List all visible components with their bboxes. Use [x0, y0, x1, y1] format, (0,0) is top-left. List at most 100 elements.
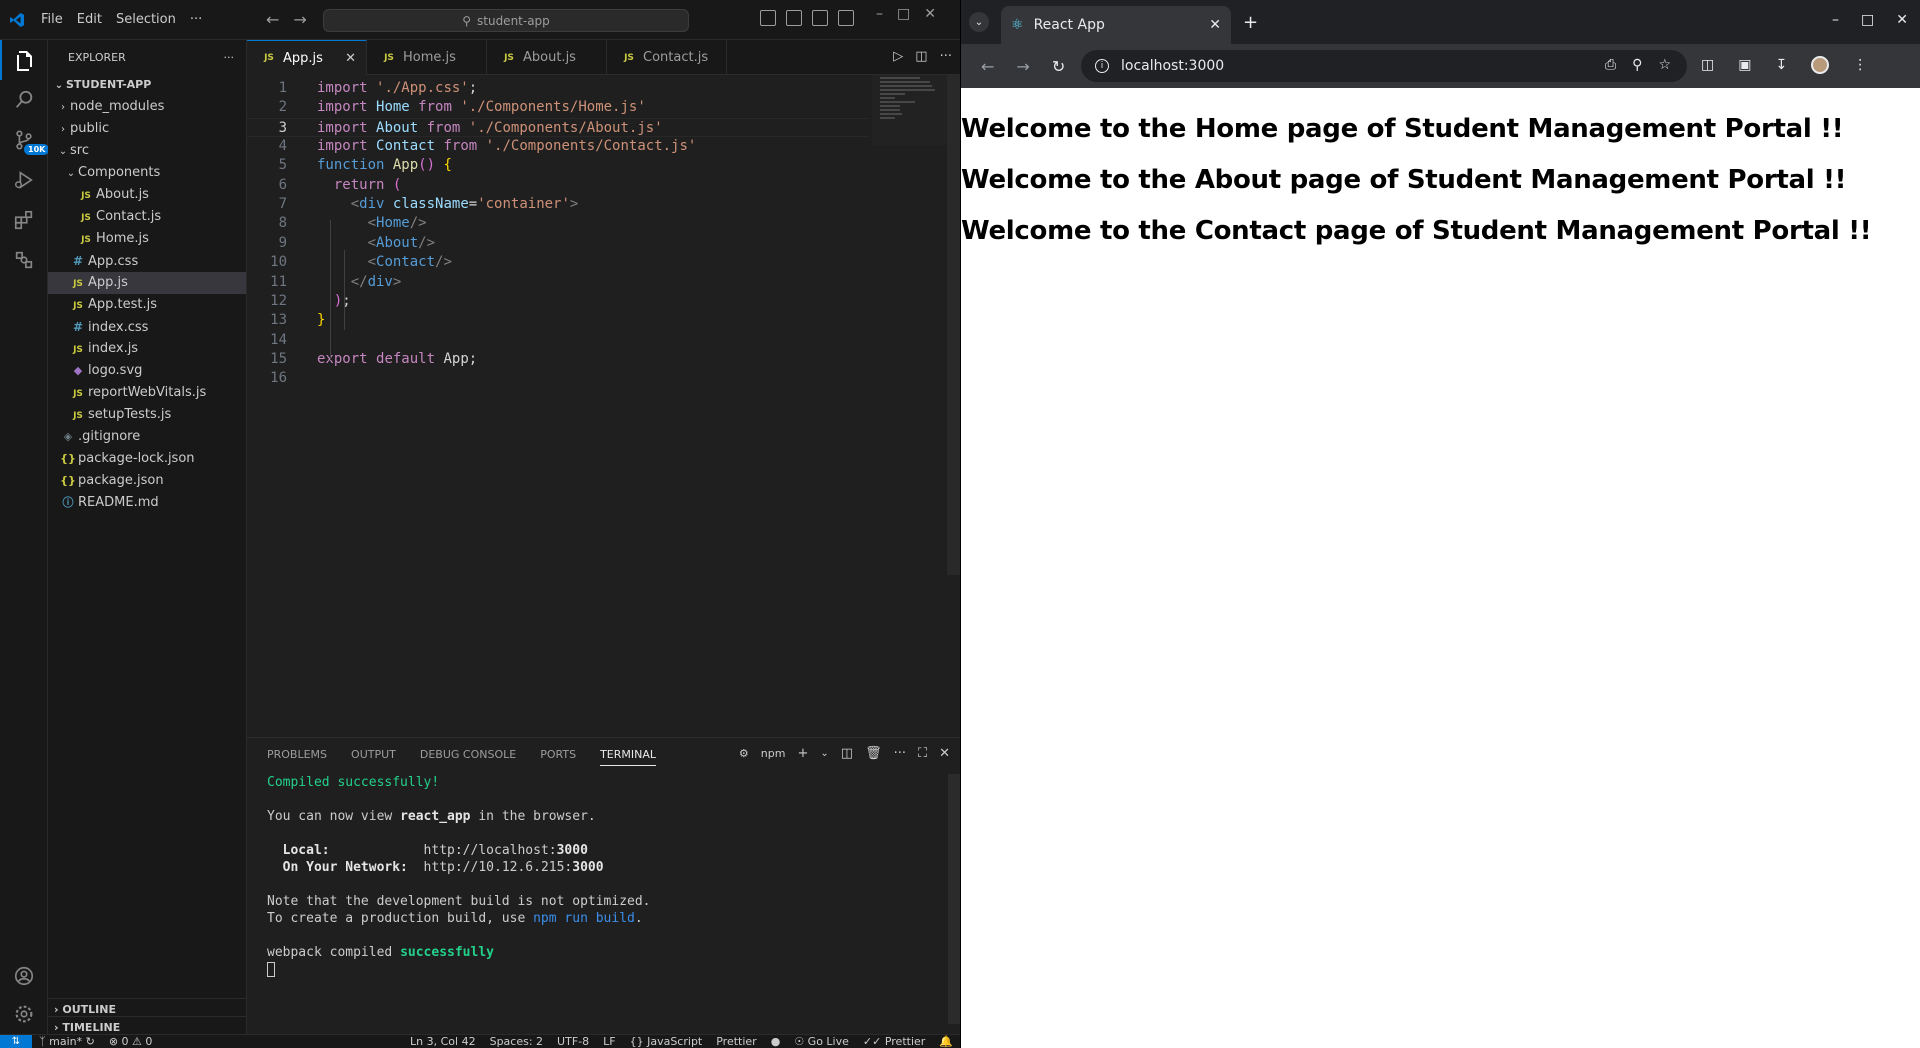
tab-output[interactable]: OUTPUT: [351, 748, 396, 761]
code-line[interactable]: 9 <About/>: [247, 234, 869, 253]
menu-selection[interactable]: Selection: [109, 0, 183, 40]
gear-icon[interactable]: [0, 994, 48, 1034]
status-problems[interactable]: ⊗ 0 ⚠ 0: [102, 1035, 160, 1048]
tab-app-js[interactable]: JS App.js ✕: [247, 40, 367, 75]
extensions-puzzle-icon[interactable]: ◫: [1701, 57, 1714, 73]
run-icon[interactable]: ▷: [893, 49, 903, 64]
tree-file[interactable]: {} package-lock.json: [48, 448, 246, 470]
customize-layout-icon[interactable]: [760, 10, 776, 26]
explorer-icon[interactable]: [0, 40, 48, 80]
run-debug-icon[interactable]: [0, 160, 48, 200]
toggle-sidebar-icon[interactable]: [786, 10, 802, 26]
maximize-panel-icon[interactable]: ⛶: [918, 746, 927, 761]
status-prettier[interactable]: ✓✓ Prettier: [856, 1035, 932, 1048]
tree-folder[interactable]: › node_modules: [48, 96, 246, 118]
lens-icon[interactable]: ▣: [1738, 57, 1751, 73]
toggle-secondary-sidebar-icon[interactable]: [838, 10, 854, 26]
tree-file[interactable]: JS App.test.js: [48, 294, 246, 316]
close-icon[interactable]: ✕: [1896, 12, 1908, 28]
close-tab-icon[interactable]: ✕: [1209, 17, 1221, 33]
new-terminal-icon[interactable]: +: [797, 746, 808, 761]
menu-edit[interactable]: Edit: [70, 0, 109, 40]
status-golive[interactable]: ☉ Go Live: [787, 1035, 856, 1048]
back-arrow-icon[interactable]: ←: [981, 57, 994, 76]
tree-file[interactable]: JS App.js: [48, 272, 246, 294]
close-tab-icon[interactable]: ✕: [345, 51, 356, 66]
accounts-icon[interactable]: [0, 956, 48, 996]
trash-icon[interactable]: 🗑: [865, 746, 882, 761]
code-editor[interactable]: 1 import './App.css'; 2 import Home from '.…: [247, 75, 947, 737]
more-actions-icon[interactable]: ···: [940, 49, 952, 64]
tab-problems[interactable]: PROBLEMS: [267, 748, 327, 761]
terminal-output[interactable]: Compiled successfully! You can now view …: [267, 774, 651, 978]
menu-more[interactable]: ···: [183, 0, 209, 40]
status-position[interactable]: Ln 3, Col 42: [403, 1035, 483, 1048]
code-line[interactable]: 1 import './App.css';: [247, 79, 869, 98]
close-panel-icon[interactable]: ✕: [939, 746, 950, 761]
copilot-icon[interactable]: ●: [764, 1035, 788, 1048]
tree-folder[interactable]: › public: [48, 118, 246, 140]
remote-indicator-icon[interactable]: ⇅: [0, 1034, 32, 1048]
status-encoding[interactable]: UTF-8: [550, 1035, 596, 1048]
terminal-scrollbar[interactable]: [948, 774, 960, 1024]
tab-about-js[interactable]: JS About.js: [487, 40, 607, 75]
tab-ports[interactable]: PORTS: [540, 748, 576, 761]
tree-file[interactable]: JS About.js: [48, 184, 246, 206]
download-icon[interactable]: ↧: [1775, 57, 1787, 73]
new-tab-icon[interactable]: +: [1243, 12, 1258, 33]
minimize-icon[interactable]: –: [876, 6, 883, 22]
code-line[interactable]: 6 return (: [247, 176, 869, 195]
toggle-panel-icon[interactable]: [812, 10, 828, 26]
tab-contact-js[interactable]: JS Contact.js: [607, 40, 727, 75]
status-formatter[interactable]: Prettier: [709, 1035, 763, 1048]
back-arrow-icon[interactable]: ←: [266, 10, 279, 29]
minimap[interactable]: [872, 75, 947, 145]
search-view-icon[interactable]: [0, 80, 48, 120]
split-editor-icon[interactable]: ◫: [915, 49, 927, 64]
code-line[interactable]: 7 <div className='container'>: [247, 195, 869, 214]
tree-file[interactable]: JS Contact.js: [48, 206, 246, 228]
tree-file[interactable]: # index.css: [48, 316, 246, 338]
code-line[interactable]: 13}: [247, 311, 869, 330]
tree-file[interactable]: ◆ logo.svg: [48, 360, 246, 382]
tree-file[interactable]: JS reportWebVitals.js: [48, 382, 246, 404]
tree-file[interactable]: JS setupTests.js: [48, 404, 246, 426]
command-center[interactable]: ⚲ student-app: [323, 9, 689, 32]
menu-kebab-icon[interactable]: ⋮: [1853, 57, 1867, 73]
browser-tab[interactable]: ⚛ React App ✕: [1001, 6, 1231, 44]
code-line[interactable]: 8 <Home/>: [247, 214, 869, 233]
bookmark-star-icon[interactable]: ☆: [1658, 57, 1671, 73]
tree-file[interactable]: JS Home.js: [48, 228, 246, 250]
code-line[interactable]: 14: [247, 331, 869, 350]
split-terminal-icon[interactable]: ◫: [841, 746, 853, 761]
forward-arrow-icon[interactable]: →: [1016, 57, 1029, 76]
more-actions-icon[interactable]: ···: [894, 746, 906, 761]
code-line[interactable]: 3 import About from './Components/About.j…: [247, 117, 869, 137]
tree-file[interactable]: ◈ .gitignore: [48, 426, 246, 448]
profile-avatar[interactable]: [1811, 56, 1830, 74]
maximize-icon[interactable]: □: [1861, 12, 1874, 28]
tree-file[interactable]: # App.css: [48, 250, 246, 272]
code-line[interactable]: 4 import Contact from './Components/Conta…: [247, 137, 869, 156]
tab-debug-console[interactable]: DEBUG CONSOLE: [420, 748, 516, 761]
remote-explorer-icon[interactable]: [0, 240, 48, 280]
terminal-shell-label[interactable]: npm: [761, 747, 786, 760]
notifications-icon[interactable]: 🔔: [932, 1035, 960, 1048]
minimize-icon[interactable]: –: [1832, 12, 1839, 28]
code-line[interactable]: 10 <Contact/>: [247, 253, 869, 272]
tab-home-js[interactable]: JS Home.js: [367, 40, 487, 75]
status-branch[interactable]: ᛉ main* ↻: [32, 1035, 102, 1048]
project-root[interactable]: ⌄ STUDENT-APP: [48, 74, 246, 96]
zoom-icon[interactable]: ⚲: [1632, 57, 1642, 73]
status-language[interactable]: {} JavaScript: [623, 1035, 710, 1048]
source-control-icon[interactable]: 10K: [0, 120, 50, 160]
tab-terminal[interactable]: TERMINAL: [600, 748, 656, 766]
tree-file[interactable]: JS index.js: [48, 338, 246, 360]
tree-folder[interactable]: ⌄ src: [48, 140, 246, 162]
extensions-icon[interactable]: [0, 200, 48, 240]
editor-scrollbar[interactable]: [947, 75, 960, 575]
code-line[interactable]: 15 export default App;: [247, 350, 869, 369]
address-bar[interactable]: i localhost:3000 ⎙ ⚲ ☆: [1081, 50, 1687, 82]
forward-arrow-icon[interactable]: →: [293, 10, 306, 29]
code-line[interactable]: 5 function App() {: [247, 156, 869, 175]
